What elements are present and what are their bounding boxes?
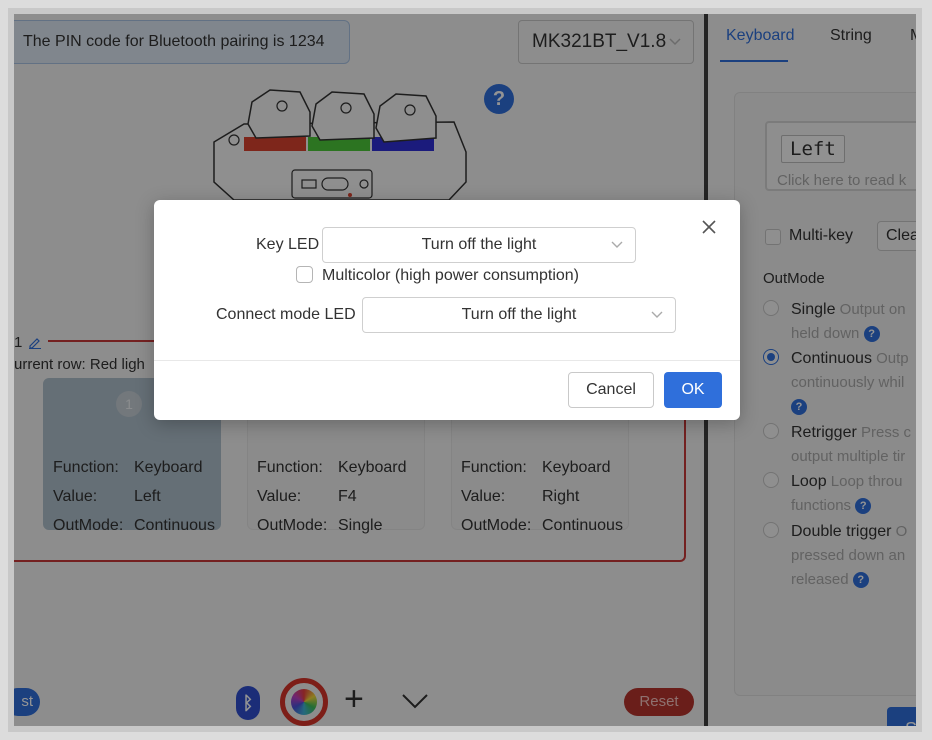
led-settings-dialog: Key LED Turn off the light Multicolor (h… (154, 200, 740, 420)
multicolor-label: Multicolor (high power consumption) (322, 267, 579, 284)
chevron-down-icon (651, 298, 663, 345)
connect-led-select[interactable]: Turn off the light (362, 297, 676, 333)
connect-led-label: Connect mode LED (216, 306, 356, 323)
connect-led-value: Turn off the light (461, 306, 577, 323)
key-led-label: Key LED (256, 236, 320, 253)
key-led-value: Turn off the light (421, 236, 537, 253)
cancel-button[interactable]: Cancel (568, 372, 654, 408)
app-window: The PIN code for Bluetooth pairing is 12… (14, 14, 916, 726)
dialog-footer-divider (154, 360, 740, 361)
close-icon[interactable] (700, 218, 718, 236)
key-led-select[interactable]: Turn off the light (322, 227, 636, 263)
chevron-down-icon (611, 228, 623, 275)
multicolor-checkbox[interactable] (296, 266, 313, 283)
ok-button[interactable]: OK (664, 372, 722, 408)
